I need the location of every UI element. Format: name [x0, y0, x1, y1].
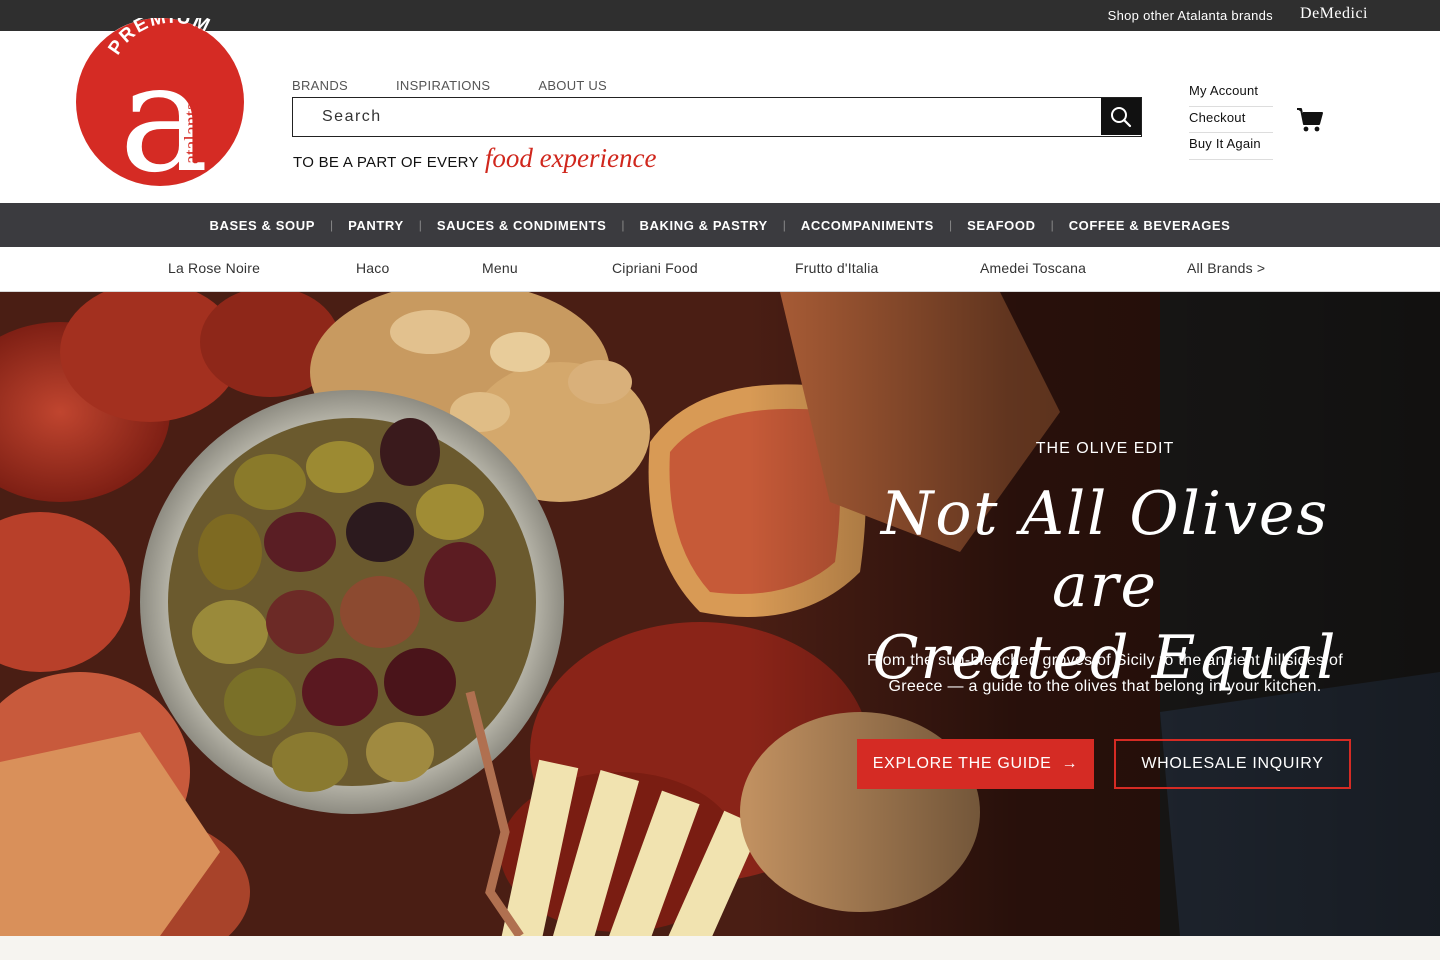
search-icon — [1111, 106, 1132, 127]
tagline-lead: TO BE A PART OF EVERY — [293, 154, 479, 171]
all-brands-link[interactable]: All Brands > — [1187, 260, 1265, 276]
page-below-hero — [0, 936, 1440, 960]
brand-frutto-ditalia[interactable]: Frutto d'Italia — [795, 260, 879, 276]
hero-eyebrow: THE OLIVE EDIT — [1035, 440, 1175, 457]
tagline-emphasis: food experience — [484, 143, 657, 173]
secondary-nav: BRANDS INSPIRATIONS ABOUT US — [292, 78, 655, 93]
brand-la-rose-noire[interactable]: La Rose Noire — [168, 260, 260, 276]
hero-headline-line1: Not All Olives are — [880, 479, 1330, 621]
category-accompaniments[interactable]: ACCOMPANIMENTS — [786, 218, 949, 233]
tagline: TO BE A PART OF EVERY food experience — [293, 143, 657, 174]
brand-amedei-toscana[interactable]: Amedei Toscana — [980, 260, 1086, 276]
category-sauces-condiments[interactable]: SAUCES & CONDIMENTS — [422, 218, 622, 233]
brand-menu[interactable]: Menu — [482, 260, 518, 276]
category-seafood[interactable]: SEAFOOD — [952, 218, 1050, 233]
nav-inspirations[interactable]: INSPIRATIONS — [396, 78, 490, 93]
buy-it-again-link[interactable]: Buy It Again — [1189, 133, 1273, 160]
checkout-link[interactable]: Checkout — [1189, 107, 1273, 133]
nav-about-us[interactable]: ABOUT US — [538, 78, 607, 93]
search-button[interactable] — [1101, 98, 1141, 135]
hero-copy: THE OLIVE EDIT Not All Olives are Create… — [820, 292, 1390, 936]
my-account-link[interactable]: My Account — [1189, 80, 1273, 107]
explore-guide-button[interactable]: EXPLORE THE GUIDE → — [857, 739, 1094, 789]
brand-cipriani-food[interactable]: Cipriani Food — [612, 260, 698, 276]
brand-strip: La Rose Noire Haco Menu Cipriani Food Fr… — [0, 247, 1440, 292]
wholesale-inquiry-button[interactable]: WHOLESALE INQUIRY — [1114, 739, 1351, 789]
logo-side-text: atalanta — [181, 102, 203, 164]
cart-icon — [1297, 108, 1323, 132]
account-menu: My Account Checkout Buy It Again — [1189, 80, 1273, 160]
brand-haco[interactable]: Haco — [356, 260, 389, 276]
shop-other-brands-link[interactable]: Shop other Atalanta brands — [1108, 8, 1273, 23]
category-bases-soup[interactable]: BASES & SOUP — [195, 218, 330, 233]
hero-subtext: From the sun-bleached groves of Sicily t… — [866, 652, 1344, 695]
demedici-brand-link[interactable]: DeMedici — [1300, 5, 1368, 23]
category-pantry[interactable]: PANTRY — [333, 218, 419, 233]
category-baking-pastry[interactable]: BAKING & PASTRY — [625, 218, 783, 233]
hero-banner: THE OLIVE EDIT Not All Olives are Create… — [0, 292, 1440, 936]
explore-guide-label: EXPLORE THE GUIDE — [872, 755, 1052, 772]
category-coffee-beverages[interactable]: COFFEE & BEVERAGES — [1054, 218, 1246, 233]
arrow-right-icon: → — [1061, 755, 1079, 772]
category-nav: BASES & SOUP | PANTRY | SAUCES & CONDIMENT… — [0, 203, 1440, 247]
cart-button[interactable] — [1296, 107, 1324, 138]
atalanta-premium-logo[interactable]: PREMIUM a atalanta — [74, 7, 246, 206]
search-bar — [292, 97, 1142, 137]
search-input[interactable] — [293, 98, 1101, 136]
nav-brands[interactable]: BRANDS — [292, 78, 348, 93]
